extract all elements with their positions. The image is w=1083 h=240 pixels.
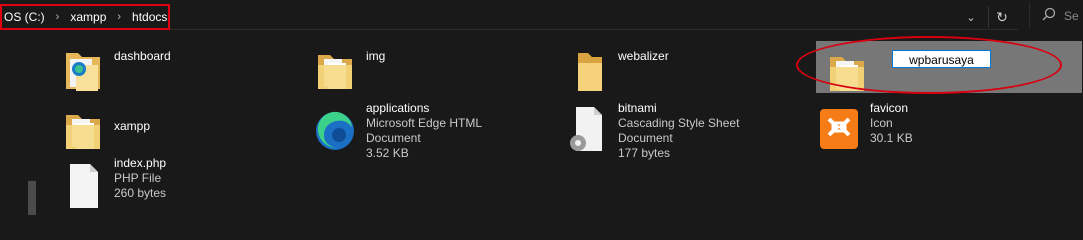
- file-type: Icon: [870, 116, 893, 130]
- rename-input[interactable]: wpbarusaya: [892, 50, 991, 68]
- crumb-htdocs[interactable]: htdocs: [130, 10, 169, 24]
- crumb-drive[interactable]: OS (C:): [2, 10, 47, 24]
- file-item-index-php[interactable]: index.php PHP File 260 bytes: [40, 156, 280, 208]
- file-size: 260 bytes: [114, 186, 167, 200]
- address-bar[interactable]: OS (C:) › xampp › htdocs ⌄ ↻: [0, 2, 1018, 30]
- address-bar-area: OS (C:) › xampp › htdocs ⌄ ↻ Se: [0, 0, 1083, 31]
- file-type: Microsoft Edge HTML Document: [366, 116, 482, 145]
- file-item-applications[interactable]: applications Microsoft Edge HTML Documen…: [292, 99, 532, 160]
- file-name: bitnami: [618, 101, 657, 115]
- file-item-img[interactable]: img: [292, 39, 532, 89]
- scrollbar-thumb[interactable]: [28, 181, 36, 215]
- file-type: Cascading Style Sheet Document: [618, 116, 740, 145]
- file-size: 30.1 KB: [870, 131, 913, 145]
- file-size: 177 bytes: [618, 146, 671, 160]
- css-file-icon: [570, 107, 602, 151]
- folder-icon: [830, 57, 864, 91]
- file-item-favicon[interactable]: favicon Icon 30.1 KB: [796, 99, 1036, 149]
- file-name: webalizer: [618, 49, 669, 63]
- file-name: applications: [366, 101, 430, 115]
- file-name: xampp: [114, 119, 151, 133]
- file-item-bitnami[interactable]: bitnami Cascading Style Sheet Document 1…: [544, 99, 784, 160]
- xampp-icon: [820, 109, 858, 149]
- file-item-webalizer[interactable]: webalizer: [544, 39, 784, 91]
- file-item-xampp[interactable]: xampp: [40, 99, 280, 149]
- file-name: img: [366, 49, 386, 63]
- chevron-right-icon[interactable]: ›: [47, 11, 69, 23]
- folder-dashboard-icon: [66, 53, 100, 91]
- folder-icon: [66, 115, 100, 149]
- folder-icon: [318, 55, 352, 89]
- crumb-xampp[interactable]: xampp: [68, 10, 108, 24]
- search-box[interactable]: Se: [1029, 2, 1083, 29]
- breadcrumb: OS (C:) › xampp › htdocs: [2, 8, 169, 26]
- search-placeholder: Se: [1064, 9, 1079, 23]
- file-name: dashboard: [114, 49, 171, 63]
- edge-icon: [316, 111, 354, 150]
- refresh-icon[interactable]: ↻: [988, 6, 1015, 28]
- file-list: dashboard img webalizer wpbarusaya xampp…: [40, 31, 1083, 215]
- file-item-dashboard[interactable]: dashboard: [40, 39, 280, 91]
- chevron-down-icon[interactable]: ⌄: [963, 10, 979, 26]
- folder-icon: [578, 53, 602, 91]
- file-name: index.php: [114, 156, 167, 170]
- file-type: PHP File: [114, 171, 162, 185]
- chevron-right-icon[interactable]: ›: [108, 11, 130, 23]
- search-icon: [1042, 7, 1056, 21]
- blank-file-icon: [70, 164, 98, 208]
- file-name: favicon: [870, 101, 909, 115]
- file-size: 3.52 KB: [366, 146, 409, 160]
